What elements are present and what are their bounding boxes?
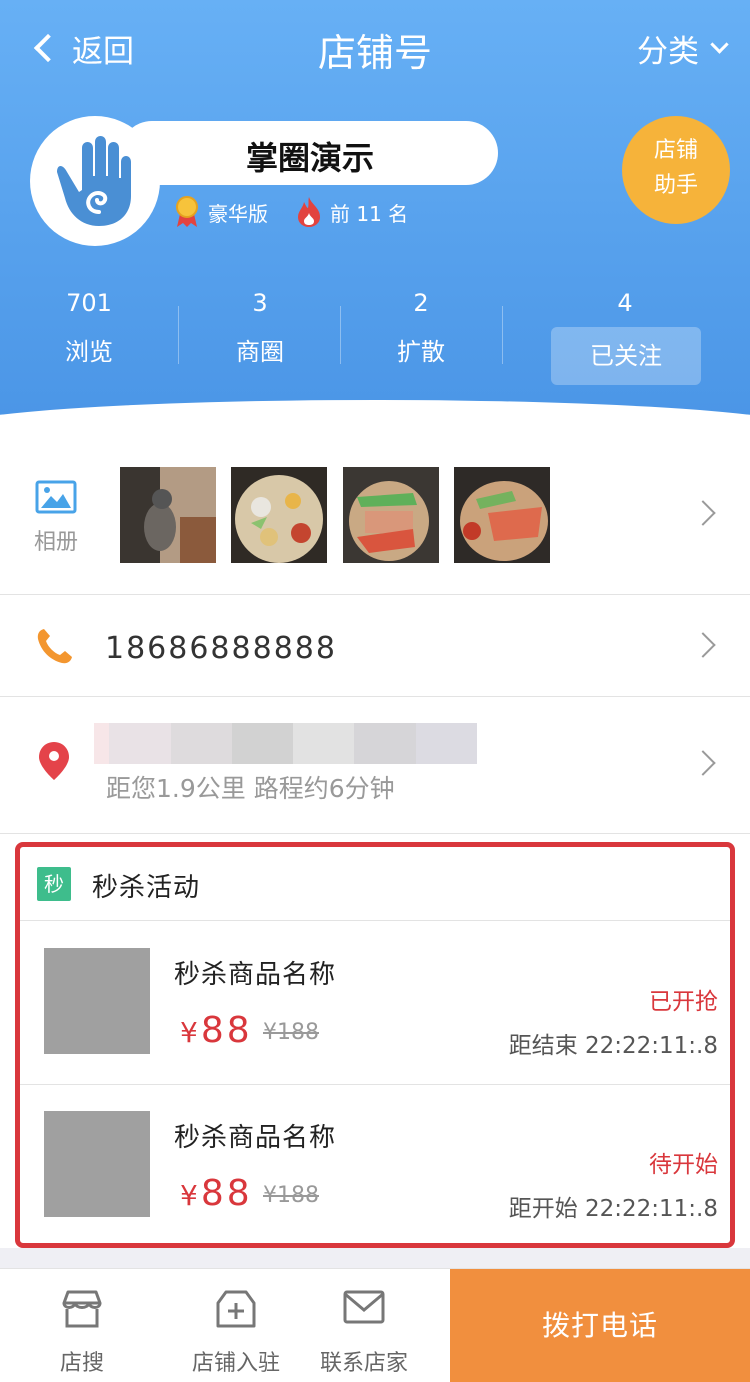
- store-name-pill: 掌圈演示: [120, 121, 498, 185]
- album-thumbnail[interactable]: [454, 467, 550, 563]
- stat-divider: [178, 306, 179, 364]
- tier-badge: 豪华版: [174, 196, 268, 228]
- distance-text: 距您1.9公里 路程约6分钟: [106, 774, 395, 803]
- product-image: [44, 948, 150, 1054]
- currency-symbol: ¥: [180, 1016, 201, 1049]
- album-label: 相册: [33, 530, 78, 555]
- address-row[interactable]: 距您1.9公里 路程约6分钟: [0, 697, 750, 834]
- flash-sale-item[interactable]: 秒杀商品名称 ¥88 ¥188 待开始 距开始 22:22:11:.8: [20, 1084, 730, 1246]
- bottom-bar: 店搜 店铺入驻 联系店家 拨打电话: [0, 1268, 750, 1382]
- product-name: 秒杀商品名称: [174, 960, 337, 990]
- tab-store-search[interactable]: 店搜: [12, 1269, 152, 1382]
- mail-icon: [343, 1290, 385, 1324]
- location-pin-icon: [39, 742, 69, 780]
- rank-label: 前 11 名: [330, 201, 409, 226]
- countdown-timer: 距结束 22:22:11:.8: [508, 1033, 718, 1059]
- store-avatar[interactable]: [30, 116, 160, 246]
- stat-label: 商圈: [236, 338, 284, 366]
- flash-sale-title: 秒杀活动: [92, 873, 201, 903]
- product-name: 秒杀商品名称: [174, 1123, 337, 1153]
- flash-sale-header: 秒 秒杀活动: [20, 847, 730, 921]
- phone-row[interactable]: 18686888888: [0, 595, 750, 697]
- hand-logo-icon: [57, 136, 131, 226]
- category-label: 分类: [637, 34, 699, 70]
- original-price: ¥188: [263, 1183, 319, 1208]
- follow-count: 4: [617, 289, 633, 317]
- price-value: 88: [200, 1010, 253, 1051]
- album-entry: 相册: [30, 480, 82, 556]
- store-name: 掌圈演示: [245, 139, 374, 177]
- flame-icon: [298, 197, 320, 227]
- currency-symbol: ¥: [180, 1179, 201, 1212]
- stat-spread[interactable]: 2 扩散: [341, 284, 501, 382]
- assistant-label-line2: 助手: [653, 173, 698, 198]
- album-thumbnail[interactable]: [231, 467, 327, 563]
- product-image: [44, 1111, 150, 1217]
- flash-sale-section: 秒 秒杀活动 秒杀商品名称 ¥88 ¥188 已开抢 距结束 22:22:11:…: [15, 842, 735, 1248]
- chevron-right-icon: [690, 750, 716, 776]
- flash-sale-badge: 秒: [37, 867, 71, 901]
- medal-icon: [176, 196, 198, 227]
- image-icon: [35, 480, 77, 514]
- tab-label: 联系店家: [319, 1351, 408, 1376]
- stat-value: 3: [252, 289, 268, 317]
- store-header: 返回 店铺号 分类 掌圈演示 豪华版 前 11 名 店铺 助手 701 浏览 3…: [0, 0, 750, 430]
- chevron-down-icon: [710, 35, 729, 54]
- sale-status: 待开始: [649, 1152, 718, 1178]
- stat-value: 2: [413, 289, 429, 317]
- price-value: 88: [200, 1173, 253, 1214]
- flash-sale-item[interactable]: 秒杀商品名称 ¥88 ¥188 已开抢 距结束 22:22:11:.8: [20, 922, 730, 1084]
- stat-views[interactable]: 701 浏览: [9, 284, 169, 382]
- stat-divider: [502, 306, 503, 364]
- stat-label: 扩散: [397, 338, 445, 366]
- original-price: ¥188: [263, 1020, 319, 1045]
- rank-badge: 前 11 名: [296, 196, 408, 228]
- stat-label: 浏览: [65, 338, 113, 366]
- album-thumbnail[interactable]: [120, 467, 216, 563]
- tab-store-join[interactable]: 店铺入驻: [166, 1269, 306, 1382]
- countdown-timer: 距开始 22:22:11:.8: [508, 1196, 718, 1222]
- chevron-right-icon: [690, 632, 716, 658]
- follow-button[interactable]: 已关注: [551, 327, 701, 385]
- address-blurred: [94, 723, 477, 764]
- stat-value: 701: [66, 289, 112, 317]
- chevron-right-icon: [690, 500, 716, 526]
- shop-plus-icon: [216, 1290, 256, 1328]
- tab-label: 店铺入驻: [191, 1351, 280, 1376]
- phone-number: 18686888888: [105, 631, 337, 666]
- category-dropdown[interactable]: 分类: [637, 26, 729, 71]
- sale-status: 已开抢: [649, 989, 718, 1015]
- sale-price: ¥88: [180, 1010, 253, 1051]
- album-thumbnail[interactable]: [343, 467, 439, 563]
- header-wave: [0, 400, 750, 430]
- stat-circles[interactable]: 3 商圈: [180, 284, 340, 382]
- tier-label: 豪华版: [208, 201, 268, 226]
- sale-price: ¥88: [180, 1173, 253, 1214]
- call-button[interactable]: 拨打电话: [450, 1269, 750, 1382]
- tab-contact-store[interactable]: 联系店家: [294, 1269, 434, 1382]
- store-icon: [62, 1290, 102, 1328]
- assistant-label-line1: 店铺: [653, 138, 698, 163]
- tab-label: 店搜: [59, 1351, 104, 1376]
- store-assistant-button[interactable]: 店铺 助手: [622, 116, 730, 224]
- phone-icon: [37, 629, 72, 664]
- album-row[interactable]: 相册: [0, 430, 750, 595]
